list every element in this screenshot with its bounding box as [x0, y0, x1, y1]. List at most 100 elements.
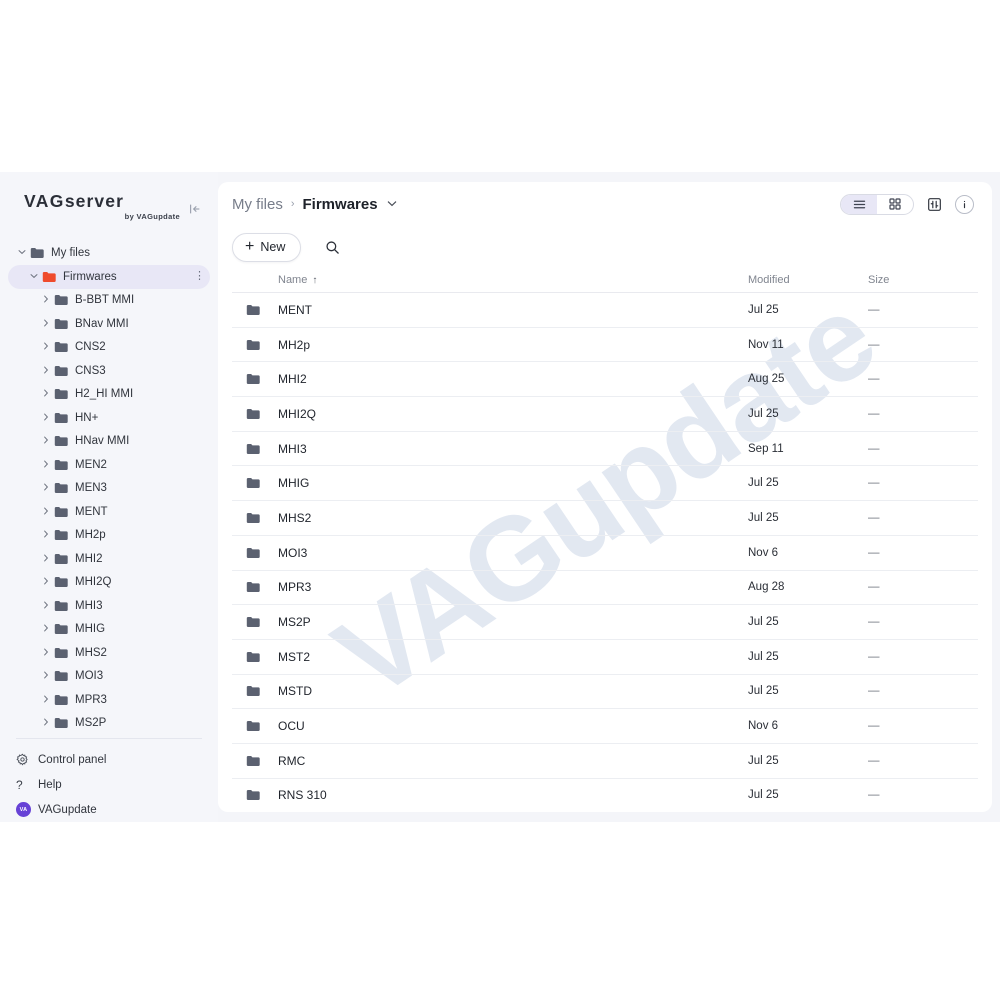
chevron-right-icon[interactable] — [38, 483, 54, 493]
sidebar-item-label: Control panel — [38, 753, 107, 766]
tree-item-hn[interactable]: HN+ — [8, 406, 210, 430]
chevron-right-icon[interactable] — [38, 507, 54, 517]
details-panel-icon[interactable] — [925, 195, 944, 214]
table-row[interactable]: OCU Nov 6 — — [232, 709, 978, 744]
tree-item-ment[interactable]: MENT — [8, 500, 210, 524]
column-header-name[interactable]: Name ↑ — [278, 274, 748, 286]
sidebar-item-help[interactable]: ? Help — [0, 772, 218, 797]
column-header-modified[interactable]: Modified — [748, 274, 868, 286]
table-row[interactable]: MS2P Jul 25 — — [232, 605, 978, 640]
folder-icon — [54, 575, 68, 589]
chevron-right-icon[interactable] — [38, 671, 54, 681]
tree-item-my-files[interactable]: My files — [8, 242, 210, 266]
sidebar-bottom-nav: Control panel ? Help VA VAGupdate — [0, 739, 218, 822]
folder-icon — [54, 646, 68, 660]
chevron-right-icon[interactable] — [38, 436, 54, 446]
table-row[interactable]: MENT Jul 25 — — [232, 293, 978, 328]
chevron-right-icon[interactable] — [38, 624, 54, 634]
chevron-right-icon[interactable] — [38, 319, 54, 329]
grid-view-icon[interactable] — [877, 195, 913, 214]
logo-light-part: server — [64, 191, 124, 211]
chevron-right-icon[interactable] — [38, 648, 54, 658]
tree-item-menu-icon[interactable]: ⋮ — [194, 271, 205, 282]
new-button[interactable]: + New — [232, 232, 302, 262]
table-row[interactable]: MHS2 Jul 25 — — [232, 501, 978, 536]
chevron-right-icon[interactable] — [38, 718, 54, 728]
chevron-down-icon[interactable] — [26, 273, 42, 281]
tree-item-firmwares[interactable]: Firmwares ⋮ — [8, 265, 210, 289]
table-row[interactable]: MH2p Nov 11 — — [232, 328, 978, 363]
cell-size: — — [868, 338, 880, 351]
table-row[interactable]: MOI3 Nov 6 — — [232, 536, 978, 571]
tree-item-b-bbt-mmi[interactable]: B-BBT MMI — [8, 289, 210, 313]
chevron-right-icon[interactable] — [38, 295, 54, 305]
table-row[interactable]: MHI2 Aug 25 — — [232, 362, 978, 398]
chevron-right-icon[interactable] — [38, 342, 54, 352]
table-body: MENT Jul 25 — MH2p Nov 11 — MHI2 Aug 25 — MHI2Q Ju… — [232, 293, 978, 812]
search-icon[interactable] — [319, 234, 345, 260]
tree-item-label: MENT — [75, 505, 108, 518]
table-row[interactable]: RNS 310 Jul 25 — — [232, 779, 978, 812]
cell-modified: Jul 25 — [748, 789, 779, 802]
tree-item-bnav-mmi[interactable]: BNav MMI — [8, 312, 210, 336]
column-header-size[interactable]: Size — [868, 274, 978, 286]
cell-modified: Aug 25 — [748, 373, 785, 386]
cell-size: — — [868, 303, 880, 316]
user-avatar: VA — [16, 802, 38, 817]
tree-item-mhig[interactable]: MHIG — [8, 618, 210, 642]
chevron-right-icon[interactable] — [38, 413, 54, 423]
chevron-right-icon[interactable] — [38, 554, 54, 564]
cell-name: MSTD — [278, 684, 312, 699]
tree-item-ms2p[interactable]: MS2P — [8, 712, 210, 730]
folder-icon — [232, 477, 278, 489]
breadcrumb-current[interactable]: Firmwares — [303, 196, 378, 213]
tree-item-hnav-mmi[interactable]: HNav MMI — [8, 430, 210, 454]
collapse-sidebar-icon[interactable] — [186, 200, 204, 218]
chevron-right-icon[interactable] — [38, 460, 54, 470]
chevron-right-icon[interactable] — [38, 601, 54, 611]
folder-icon — [54, 693, 68, 707]
table-row[interactable]: MHI2Q Jul 25 — — [232, 397, 978, 432]
tree-item-moi3[interactable]: MOI3 — [8, 665, 210, 689]
tree-item-mhi2q[interactable]: MHI2Q — [8, 571, 210, 595]
folder-icon — [232, 651, 278, 663]
cell-name: MOI3 — [278, 545, 308, 560]
sidebar-item-vagupdate[interactable]: VA VAGupdate — [0, 797, 218, 822]
column-header-name-label: Name — [278, 274, 308, 286]
tree-item-men3[interactable]: MEN3 — [8, 477, 210, 501]
tree-item-mpr3[interactable]: MPR3 — [8, 688, 210, 712]
table-row[interactable]: MPR3 Aug 28 — — [232, 571, 978, 606]
breadcrumb-root[interactable]: My files — [232, 196, 283, 213]
tree-item-cns3[interactable]: CNS3 — [8, 359, 210, 383]
chevron-right-icon[interactable] — [38, 389, 54, 399]
table-row[interactable]: RMC Jul 25 — — [232, 744, 978, 779]
folder-icon — [232, 304, 278, 316]
tree-item-cns2[interactable]: CNS2 — [8, 336, 210, 360]
content-wrapper: VAGupdate My files › Firmwares + New Nam… — [218, 172, 1000, 822]
tree-item-mh2p[interactable]: MH2p — [8, 524, 210, 548]
info-icon[interactable] — [955, 194, 974, 214]
tree-item-mhi2[interactable]: MHI2 — [8, 547, 210, 571]
table-header-row: Name ↑ Modified Size — [232, 268, 978, 293]
tree-item-men2[interactable]: MEN2 — [8, 453, 210, 477]
tree-item-label: HNav MMI — [75, 435, 130, 448]
cell-modified: Jul 25 — [748, 685, 779, 698]
tree-item-h2-hi-mmi[interactable]: H2_HI MMI — [8, 383, 210, 407]
cell-name: MENT — [278, 302, 312, 317]
table-row[interactable]: MHI3 Sep 11 — — [232, 432, 978, 467]
folder-icon — [54, 505, 68, 519]
table-row[interactable]: MSTD Jul 25 — — [232, 675, 978, 710]
chevron-right-icon[interactable] — [38, 366, 54, 376]
table-row[interactable]: MHIG Jul 25 — — [232, 466, 978, 502]
chevron-down-icon[interactable] — [387, 199, 397, 209]
chevron-right-icon[interactable] — [38, 577, 54, 587]
tree-item-mhi3[interactable]: MHI3 — [8, 594, 210, 618]
chevron-right-icon[interactable] — [38, 530, 54, 540]
sidebar-item-control-panel[interactable]: Control panel — [0, 747, 218, 772]
question-mark-icon: ? — [16, 777, 23, 792]
chevron-right-icon[interactable] — [38, 695, 54, 705]
tree-item-mhs2[interactable]: MHS2 — [8, 641, 210, 665]
list-view-icon[interactable] — [841, 194, 877, 214]
table-row[interactable]: MST2 Jul 25 — — [232, 640, 978, 675]
chevron-down-icon[interactable] — [14, 249, 30, 257]
